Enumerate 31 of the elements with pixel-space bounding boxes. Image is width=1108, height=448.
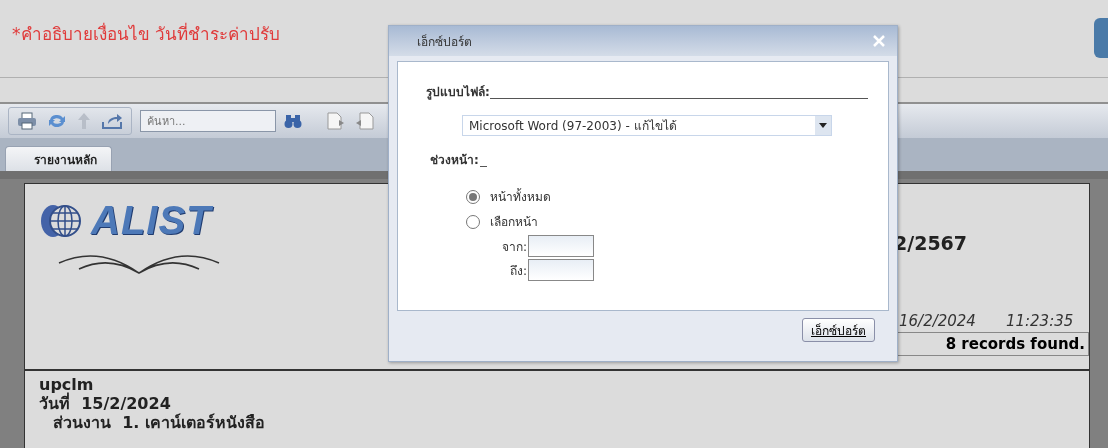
report-title: 2/2567 [894, 232, 969, 254]
date-text: วันที่ 15/2/2024 [39, 394, 171, 413]
print-time: 11:23:35 [1005, 312, 1074, 330]
side-button[interactable] [1094, 18, 1108, 58]
file-format-dropdown[interactable]: Microsoft Word (97-2003) - แก้ไขได้ [462, 115, 832, 136]
page-prev-icon[interactable] [354, 112, 374, 130]
binoculars-icon[interactable] [284, 113, 302, 129]
search-field[interactable]: ค้นหา... [140, 110, 276, 132]
report-tab[interactable]: รายงานหลัก [5, 146, 112, 171]
export-button[interactable]: เอ็กซ์ปอร์ต [802, 318, 875, 342]
to-label: ถึง: [509, 262, 527, 280]
radio-button[interactable] [466, 189, 480, 204]
file-format-label: รูปแบบไฟล์: [426, 84, 490, 101]
caret-icon [819, 123, 827, 128]
page-range-label: ช่วงหน้า: [430, 152, 479, 169]
from-label: จาก: [501, 238, 527, 256]
refresh-icon[interactable] [47, 112, 67, 130]
export-icon[interactable] [101, 112, 123, 130]
owner-text: upclm [39, 375, 94, 394]
page-next-icon[interactable] [326, 112, 346, 130]
notice-text: *คำอธิบายเงื่อนไข วันที่ชำระค่าปรับ [12, 21, 280, 46]
radio-label: เลือกหน้า [490, 214, 538, 231]
radio-button[interactable] [466, 214, 480, 229]
from-field[interactable] [528, 235, 594, 257]
section-text: ส่วนงาน 1. เคาน์เตอร์หนังสือ [52, 413, 265, 432]
radio-label: หน้าทั้งหมด [490, 187, 551, 206]
to-field[interactable] [528, 259, 594, 281]
dialog-title: เอ็กซ์ปอร์ต [417, 33, 472, 51]
logo-drawing: ALIST [39, 198, 239, 369]
print-date: 16/2/2024 [899, 312, 976, 330]
printer-icon[interactable] [17, 112, 37, 130]
